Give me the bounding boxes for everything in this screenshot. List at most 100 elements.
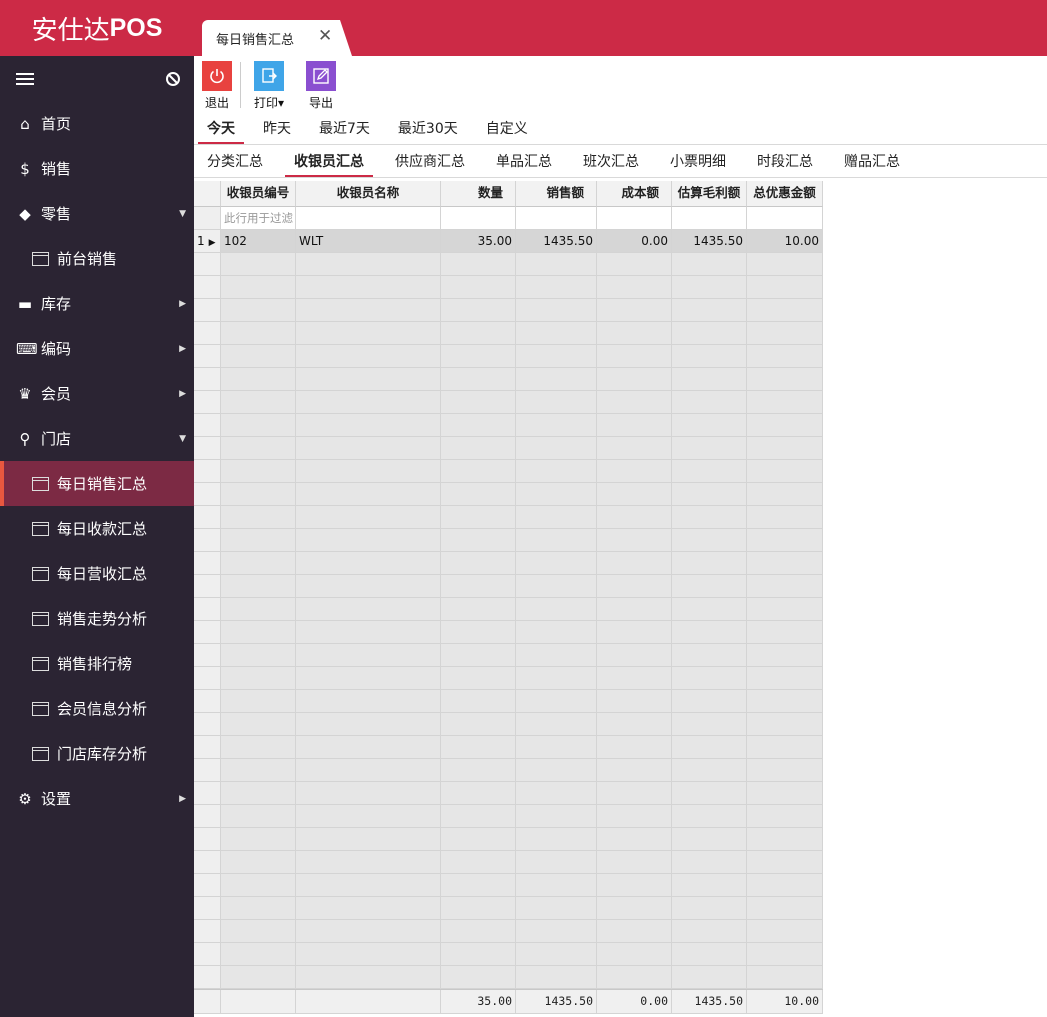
column-header[interactable]: 销售额 [516, 181, 597, 207]
tab-supplier-summary[interactable]: 供应商汇总 [386, 150, 474, 177]
tab-cashier-summary[interactable]: 收银员汇总 [285, 150, 373, 177]
empty-cell [441, 276, 516, 299]
sidebar-subitem[interactable]: 会员信息分析 [0, 686, 194, 731]
empty-cell [296, 759, 441, 782]
empty-row [194, 897, 823, 920]
brand-logo: 安仕达 POS [0, 0, 194, 56]
filter-input[interactable] [516, 207, 597, 230]
tab-gift-summary[interactable]: 赠品汇总 [835, 150, 909, 177]
close-icon[interactable]: ✕ [318, 26, 332, 46]
tab-last-7-days[interactable]: 最近7天 [310, 117, 379, 144]
empty-cell [221, 414, 296, 437]
total-gross-profit: 1435.50 [672, 990, 747, 1014]
cashier-summary-table[interactable]: 收银员编号 收银员名称 数量 销售额 成本额 估算毛利额 总优惠金额 此行用于过… [194, 181, 823, 1014]
empty-row [194, 598, 823, 621]
menu-icon[interactable] [16, 72, 34, 85]
tab-last-30-days[interactable]: 最近30天 [389, 117, 467, 144]
empty-cell [296, 897, 441, 920]
total-discount-cell[interactable]: 10.00 [747, 230, 823, 253]
column-header[interactable]: 总优惠金额 [747, 181, 823, 207]
sidebar-item[interactable]: ⌨ 编码 ▶ [0, 326, 194, 371]
empty-cell [221, 345, 296, 368]
tab-receipt-detail[interactable]: 小票明细 [661, 150, 735, 177]
empty-cell [747, 690, 823, 713]
column-header[interactable]: 收银员编号 [221, 181, 296, 207]
cashier-name-cell[interactable]: WLT [296, 230, 441, 253]
tab-today[interactable]: 今天 [198, 117, 244, 144]
export-button[interactable]: 导出 [306, 61, 336, 111]
sidebar-item[interactable]: ⚲ 门店 ▼ [0, 416, 194, 461]
empty-cell [597, 322, 672, 345]
tab-custom[interactable]: 自定义 [477, 117, 537, 144]
empty-cell [296, 966, 441, 989]
sales-amount-cell[interactable]: 1435.50 [516, 230, 597, 253]
filter-input[interactable] [597, 207, 672, 230]
sidebar-item-label: 销售走势分析 [57, 610, 148, 628]
empty-cell [747, 483, 823, 506]
empty-cell [194, 805, 221, 828]
empty-cell [441, 483, 516, 506]
empty-cell [516, 805, 597, 828]
column-header[interactable]: 估算毛利额 [672, 181, 747, 207]
tab-shift-summary[interactable]: 班次汇总 [574, 150, 648, 177]
empty-cell [194, 391, 221, 414]
empty-cell [597, 690, 672, 713]
tab-category-summary[interactable]: 分类汇总 [198, 150, 272, 177]
filter-input[interactable] [672, 207, 747, 230]
sidebar-item[interactable]: ♛ 会员 ▶ [0, 371, 194, 416]
sidebar-item[interactable]: $ 销售 [0, 146, 194, 191]
empty-cell [597, 345, 672, 368]
sidebar-item[interactable]: ◆ 零售 ▼ [0, 191, 194, 236]
empty-row [194, 414, 823, 437]
tab-item-summary[interactable]: 单品汇总 [487, 150, 561, 177]
sidebar-item[interactable]: ⚙ 设置 ▶ [0, 776, 194, 821]
empty-row [194, 713, 823, 736]
empty-cell [516, 644, 597, 667]
cashier-id-cell[interactable]: 102 [221, 230, 296, 253]
sidebar-item[interactable]: ▬ 库存 ▶ [0, 281, 194, 326]
gross-profit-cell[interactable]: 1435.50 [672, 230, 747, 253]
empty-cell [672, 414, 747, 437]
empty-row [194, 667, 823, 690]
sidebar-item[interactable]: ⌂ 首页 [0, 101, 194, 146]
empty-cell [597, 276, 672, 299]
empty-cell [747, 897, 823, 920]
filter-input[interactable] [296, 207, 441, 230]
tab-time-period-summary[interactable]: 时段汇总 [748, 150, 822, 177]
sidebar-subitem[interactable]: 每日营收汇总 [0, 551, 194, 596]
total-cost-amount: 0.00 [597, 990, 672, 1014]
empty-cell [441, 805, 516, 828]
empty-cell [221, 966, 296, 989]
tab-yesterday[interactable]: 昨天 [254, 117, 300, 144]
sidebar-subitem[interactable]: 前台销售 [0, 236, 194, 281]
empty-cell [296, 598, 441, 621]
tab-daily-sales-summary[interactable]: 每日销售汇总 ✕ [202, 20, 352, 56]
sidebar-subitem[interactable]: 销售走势分析 [0, 596, 194, 641]
filter-input[interactable]: 此行用于过滤 [221, 207, 296, 230]
empty-cell [194, 713, 221, 736]
empty-cell [194, 276, 221, 299]
column-header[interactable]: 收银员名称 [296, 181, 441, 207]
sidebar-subitem[interactable]: 每日销售汇总 [0, 461, 194, 506]
sidebar-subitem[interactable]: 每日收款汇总 [0, 506, 194, 551]
block-icon[interactable] [166, 71, 180, 86]
empty-cell [516, 920, 597, 943]
empty-cell [672, 667, 747, 690]
filter-input[interactable] [441, 207, 516, 230]
sidebar-item-label: 销售排行榜 [57, 655, 133, 673]
exit-button[interactable]: 退出 [202, 61, 232, 111]
home-icon: ⌂ [20, 114, 30, 133]
empty-cell [221, 805, 296, 828]
column-header[interactable]: 数量 [441, 181, 516, 207]
empty-cell [747, 552, 823, 575]
cost-amount-cell[interactable]: 0.00 [597, 230, 672, 253]
print-button[interactable]: 打印▾ [254, 61, 284, 111]
table-row[interactable]: 1 ▶ 102 WLT 35.00 1435.50 0.00 1435.50 10… [194, 230, 823, 253]
sidebar-subitem[interactable]: 销售排行榜 [0, 641, 194, 686]
quantity-cell[interactable]: 35.00 [441, 230, 516, 253]
filter-input[interactable] [747, 207, 823, 230]
empty-row [194, 552, 823, 575]
sidebar-subitem[interactable]: 门店库存分析 [0, 731, 194, 776]
column-header[interactable]: 成本额 [597, 181, 672, 207]
empty-cell [672, 575, 747, 598]
